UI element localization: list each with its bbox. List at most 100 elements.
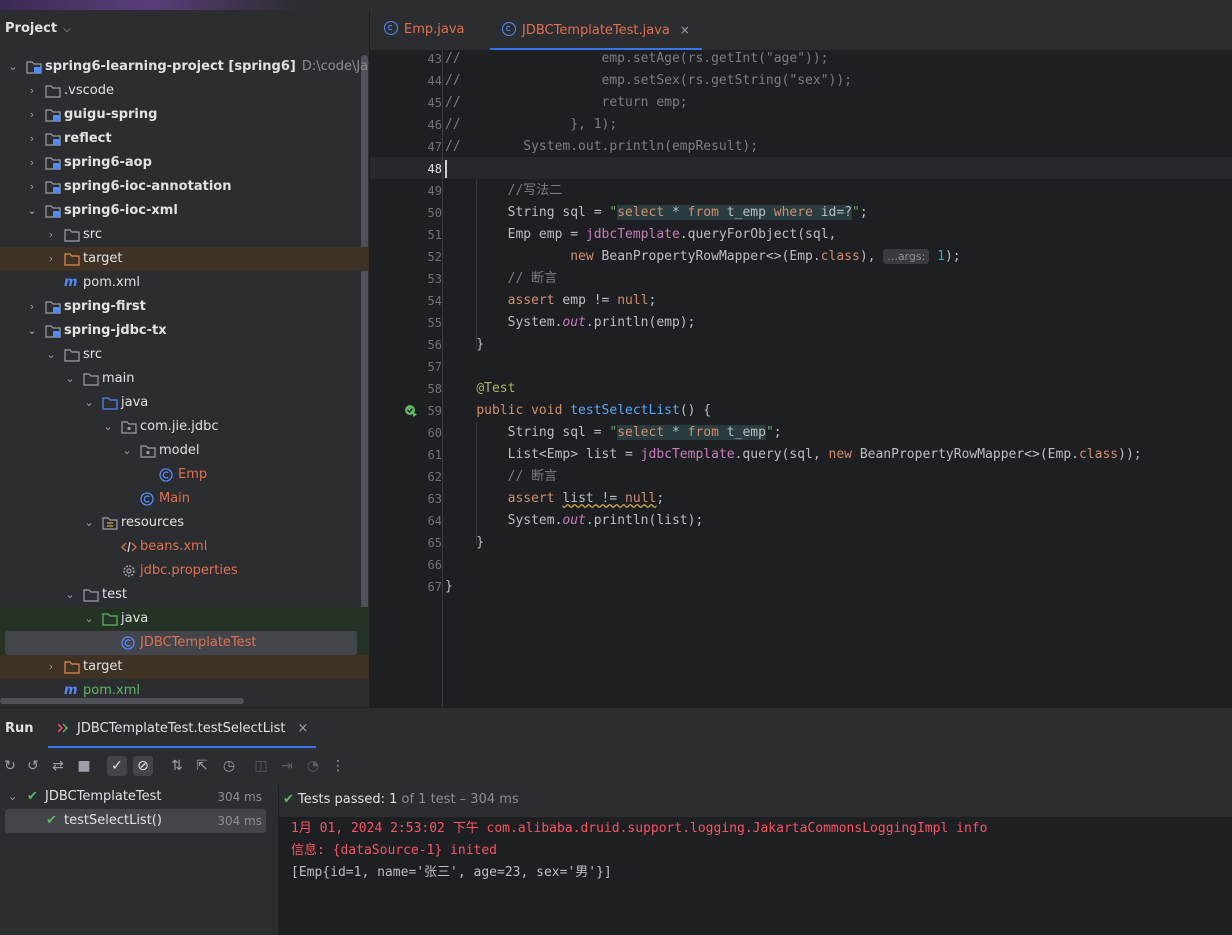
test-suite-label: JDBCTemplateTest <box>45 789 162 804</box>
chevron-right-icon[interactable]: › <box>26 79 38 103</box>
code-line: } <box>445 337 485 352</box>
import-icon[interactable]: ⇥ <box>277 756 297 776</box>
chevron-down-icon[interactable]: ⌄ <box>83 607 95 631</box>
rerun-failed-icon[interactable]: ↺ <box>23 756 43 776</box>
tree-item-target[interactable]: › target <box>0 655 369 679</box>
folder-icon <box>64 349 80 362</box>
line-number: 50 <box>427 206 442 220</box>
tree-item-main-class[interactable]: Main <box>0 487 369 511</box>
tree-item-main[interactable]: ⌄ main <box>0 367 369 391</box>
tree-item-emp[interactable]: Emp <box>0 463 369 487</box>
chevron-right-icon[interactable]: › <box>45 655 57 679</box>
line-number: 49 <box>427 184 442 198</box>
tree-item-target[interactable]: › target <box>0 247 369 271</box>
console-line: [Emp{id=1, name='张三', age=23, sex='男'}] <box>291 865 612 880</box>
chevron-down-icon[interactable]: ⌄ <box>26 199 38 223</box>
tree-item-reflect[interactable]: › reflect <box>0 127 369 151</box>
tree-item-spring-first[interactable]: › spring-first <box>0 295 369 319</box>
tree-item-label: java <box>121 611 149 626</box>
history-icon[interactable]: ◷ <box>219 756 239 776</box>
tree-item-test[interactable]: ⌄ test <box>0 583 369 607</box>
gauge-icon[interactable]: ◔ <box>303 756 323 776</box>
code-line: // System.out.println(empResult); <box>445 139 759 154</box>
code-line: assert emp != null; <box>507 293 657 308</box>
toggle-auto-test-icon[interactable]: ⇄ <box>48 756 68 776</box>
chevron-down-icon[interactable]: ⌄ <box>45 343 57 367</box>
line-number: 45 <box>427 96 442 110</box>
close-icon[interactable]: × <box>297 721 308 736</box>
code-editor[interactable]: 43 44 45 46 47 48 49 50 51 52 53 54 55 5… <box>370 50 1232 707</box>
line-number: 58 <box>427 382 442 396</box>
chevron-down-icon[interactable]: ⌄ <box>64 583 76 607</box>
stop-icon[interactable]: ■ <box>74 756 94 776</box>
show-ignored-icon[interactable]: ⊘ <box>133 756 153 776</box>
test-case-row[interactable]: ✔ testSelectList() 304 ms <box>5 809 266 833</box>
tree-item-beans-xml[interactable]: beans.xml <box>0 535 369 559</box>
status-detail: of 1 test – 304 ms <box>401 792 519 807</box>
tree-item-pom[interactable]: m pom.xml <box>0 271 369 295</box>
chevron-right-icon[interactable]: › <box>26 103 38 127</box>
show-passed-icon[interactable]: ✓ <box>107 756 127 776</box>
chevron-down-icon[interactable]: ⌄ <box>83 391 95 415</box>
tree-item-jdbc-properties[interactable]: jdbc.properties <box>0 559 369 583</box>
tree-item-guigu-spring[interactable]: › guigu-spring <box>0 103 369 127</box>
tree-item-src[interactable]: ⌄ src <box>0 343 369 367</box>
line-number: 55 <box>427 316 442 330</box>
chevron-down-icon[interactable]: ⌄ <box>8 785 17 809</box>
tree-item-package[interactable]: ⌄ com.jie.jdbc <box>0 415 369 439</box>
code-line: @Test <box>476 381 516 396</box>
console-output[interactable]: ✔ Tests passed: 1 of 1 test – 304 ms 1月 … <box>279 785 1232 935</box>
chevron-down-icon[interactable]: ⌄ <box>102 415 114 439</box>
test-suite-row[interactable]: ⌄ ✔ JDBCTemplateTest 304 ms <box>0 785 262 809</box>
tree-item-vscode[interactable]: › .vscode <box>0 79 369 103</box>
tree-item-spring6-aop[interactable]: › spring6-aop <box>0 151 369 175</box>
chevron-down-icon[interactable]: ⌄ <box>64 367 76 391</box>
chevron-down-icon[interactable]: ⌄ <box>121 439 133 463</box>
chevron-right-icon[interactable]: › <box>45 247 57 271</box>
line-number: 54 <box>427 294 442 308</box>
tree-item-java[interactable]: ⌄ java <box>0 391 369 415</box>
tree-item-label: src <box>83 227 102 242</box>
module-folder-icon <box>45 301 61 314</box>
test-config-icon <box>57 723 68 733</box>
tree-item-spring-jdbc-tx[interactable]: ⌄ spring-jdbc-tx <box>0 319 369 343</box>
run-test-icon[interactable] <box>404 404 418 418</box>
close-icon[interactable]: × <box>680 23 690 37</box>
tree-item-label: main <box>102 371 135 386</box>
tree-item-jdbctemplatetest[interactable]: JDBCTemplateTest <box>0 631 369 655</box>
chevron-down-icon[interactable]: ⌄ <box>83 511 95 535</box>
tree-item-src[interactable]: › src <box>0 223 369 247</box>
tab-emp-java[interactable]: Emp.java <box>384 10 465 50</box>
code-line: //写法二 <box>445 183 563 198</box>
sort-icon[interactable]: ⇅ <box>167 756 187 776</box>
chevron-right-icon[interactable]: › <box>26 175 38 199</box>
tree-item-resources[interactable]: ⌄ resources <box>0 511 369 535</box>
tree-item-label: model <box>159 443 200 458</box>
check-icon: ✔ <box>283 792 294 807</box>
chevron-right-icon[interactable]: › <box>26 295 38 319</box>
tree-item-label: guigu-spring <box>64 107 158 122</box>
chevron-right-icon[interactable]: › <box>26 151 38 175</box>
camera-icon[interactable]: ◫ <box>251 756 271 776</box>
code-line: System.out.println(list); <box>445 513 704 528</box>
more-icon[interactable]: ⋮ <box>328 756 348 776</box>
tab-jdbctemplatetest-java[interactable]: JDBCTemplateTest.java × <box>490 10 702 50</box>
tree-item-label: java <box>121 395 149 410</box>
tree-item-root[interactable]: ⌄ spring6-learning-project [spring6] D:\c… <box>0 55 369 79</box>
tree-item-model[interactable]: ⌄ model <box>0 439 369 463</box>
chevron-right-icon[interactable]: › <box>26 127 38 151</box>
rerun-icon[interactable]: ↻ <box>0 756 20 776</box>
tree-item-spring6-ioc-annotation[interactable]: › spring6-ioc-annotation <box>0 175 369 199</box>
collapse-icon[interactable]: ⇱ <box>192 756 212 776</box>
chevron-down-icon[interactable]: ⌄ <box>7 55 19 79</box>
run-panel: Run JDBCTemplateTest.testSelectList × ↻ ↺… <box>0 707 1232 935</box>
chevron-down-icon[interactable]: ⌄ <box>26 319 38 343</box>
project-panel-title[interactable]: Project ⌵ <box>5 21 71 36</box>
tree-item-spring6-ioc-xml[interactable]: ⌄ spring6-ioc-xml <box>0 199 369 223</box>
chevron-right-icon[interactable]: › <box>45 223 57 247</box>
horizontal-scrollbar[interactable] <box>0 698 244 704</box>
run-config-tab[interactable]: JDBCTemplateTest.testSelectList × <box>57 708 308 748</box>
tree-item-label: spring6-ioc-xml <box>64 203 178 218</box>
line-number: 66 <box>427 558 442 572</box>
tree-item-test-java[interactable]: ⌄ java <box>0 607 369 631</box>
